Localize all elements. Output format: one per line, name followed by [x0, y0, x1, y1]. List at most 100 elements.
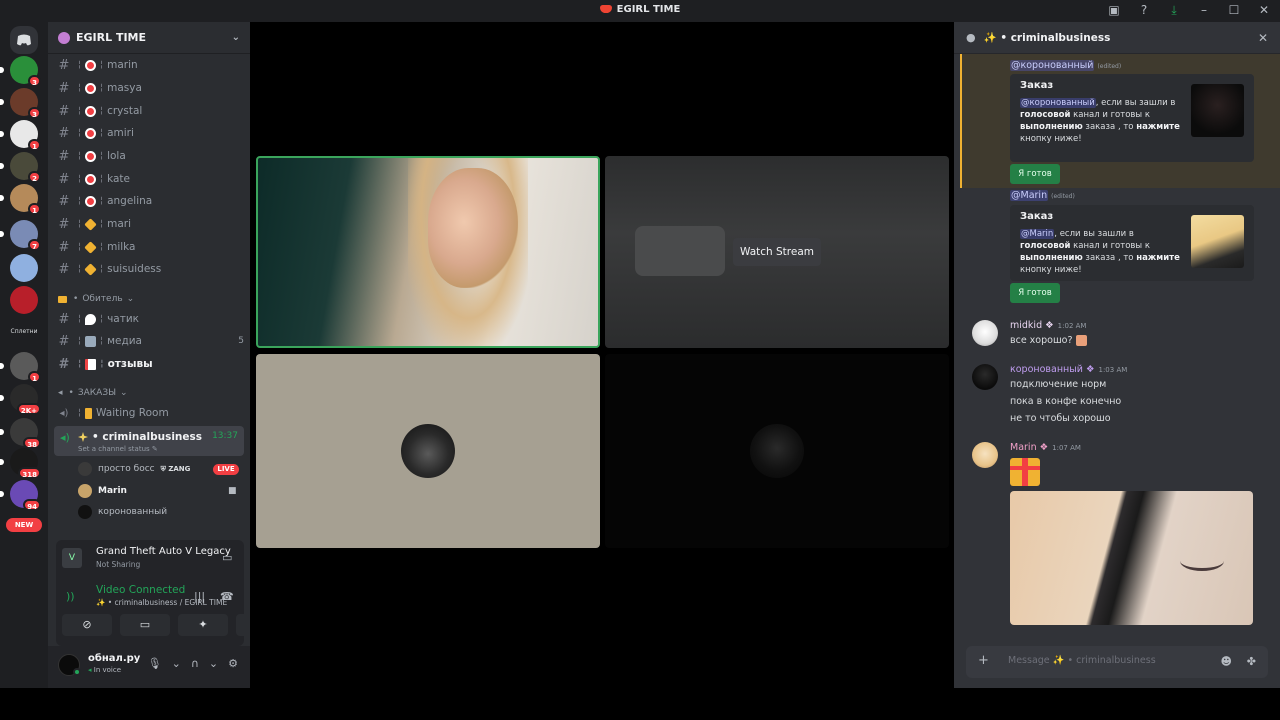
camera-off-button[interactable]: ⊘ [62, 614, 112, 636]
clan-tag: ⛨ ZANG [160, 464, 191, 473]
server-icon[interactable]: 3 [0, 56, 41, 87]
channel-kate[interactable]: # ¦ ¦ kate [56, 169, 244, 189]
voice-channel-waiting-room[interactable]: ◂) ¦ Waiting Room [56, 403, 244, 423]
voice-status[interactable]: Video Connected [96, 584, 185, 596]
emoji-picker-icon[interactable]: ☻ [1221, 655, 1232, 668]
maximize-button[interactable]: ☐ [1226, 2, 1242, 18]
avatar[interactable] [972, 442, 998, 468]
channel-чатик[interactable]: # ¦ ¦ чатик [56, 309, 244, 329]
gift-emoji-icon [1010, 458, 1040, 486]
headphones-icon[interactable]: ∩ [191, 657, 199, 670]
voice-channel-criminalbusiness[interactable]: ◂) • criminalbusiness 13:37 Set a channe… [54, 426, 244, 456]
server-icon[interactable]: 1 [0, 184, 41, 215]
participant-tile[interactable] [256, 354, 600, 548]
download-icon[interactable]: ⤓ [1166, 2, 1182, 18]
title-bar: EGIRL TIME ▣ ? ⤓ – ☐ ✕ [0, 0, 1280, 22]
channel-separator: ¦ [100, 83, 104, 93]
message-author[interactable]: @Marin (edited) [1010, 190, 1075, 201]
server-icon[interactable] [10, 254, 38, 282]
chevron-down-icon[interactable]: ⌄ [172, 657, 181, 670]
server-icon[interactable]: 318 [0, 448, 41, 479]
server-icon[interactable]: 1 [0, 352, 41, 383]
message-input[interactable]: Message ✨ • criminalbusiness [1008, 655, 1156, 666]
watch-stream-button[interactable]: Watch Stream [733, 238, 821, 266]
embed-description: @коронованный, если вы зашли в голосовой… [1020, 98, 1180, 144]
new-badge[interactable]: NEW [6, 518, 42, 532]
ready-button[interactable]: Я готов [1010, 283, 1060, 303]
message-author[interactable]: коронованный ❖ 1:03 AM [1010, 364, 1127, 375]
server-icon[interactable]: 2K+ [0, 384, 41, 415]
channel-marin[interactable]: # ¦ ¦ marin [56, 55, 244, 75]
unread-indicator [0, 99, 4, 105]
share-screen-icon[interactable]: ▭ [222, 551, 236, 565]
avatar[interactable] [972, 320, 998, 346]
ready-button[interactable]: Я готов [1010, 164, 1060, 184]
screen-share-button[interactable]: ▭ [120, 614, 170, 636]
participant-tile[interactable] [605, 354, 949, 548]
channel-name: Waiting Room [96, 407, 169, 419]
channel-lola[interactable]: # ¦ ¦ lola [56, 146, 244, 166]
microphone-icon[interactable]: 🎙︎ [148, 657, 162, 670]
chevron-down-icon[interactable]: ⌄ [209, 657, 218, 670]
message-author[interactable]: Marin ❖ 1:07 AM [1010, 442, 1081, 453]
help-icon[interactable]: ? [1136, 2, 1152, 18]
gear-icon[interactable]: ⚙ [228, 657, 238, 670]
status-indicator [73, 668, 81, 676]
channel-mari[interactable]: # ¦ ¦ mari [56, 214, 244, 234]
note-emoji-icon [85, 358, 97, 370]
server-icon[interactable]: 1 [0, 120, 41, 151]
message-composer[interactable]: + Message ✨ • criminalbusiness ☻ ✤ [966, 646, 1268, 678]
channel-status[interactable]: Set a channel status ✎ [78, 445, 158, 453]
video-tile-camera[interactable] [256, 156, 600, 348]
server-icon[interactable] [10, 286, 38, 314]
channel-separator: ¦ [100, 128, 104, 138]
user-panel: обнал.ру ◂ In voice 🎙︎ ⌄ ∩ ⌄ ⚙ [48, 646, 250, 688]
mention-badge: 1 [28, 203, 41, 215]
server-icon[interactable]: 38 [0, 418, 41, 449]
voice-user[interactable]: коронованный [78, 503, 167, 521]
stream-tile[interactable]: Watch Stream [605, 156, 949, 348]
close-window-button[interactable]: ✕ [1256, 2, 1272, 18]
channel-angelina[interactable]: # ¦ ¦ angelina [56, 191, 244, 211]
username[interactable]: обнал.ру [88, 653, 140, 664]
channel-crystal[interactable]: # ¦ ¦ crystal [56, 101, 244, 121]
avatar[interactable] [972, 364, 998, 390]
server-icon[interactable]: 94 [0, 480, 41, 511]
channel-name: marin [107, 59, 138, 71]
category-obitel[interactable]: • Обитель ⌄ [58, 294, 134, 304]
unread-indicator [0, 363, 4, 369]
guild-header[interactable]: EGIRL TIME ⌄ [48, 22, 250, 54]
server-icon[interactable]: 3 [0, 88, 41, 119]
voice-user[interactable]: Marin [78, 482, 127, 500]
activities-button[interactable]: ✦ [178, 614, 228, 636]
channel-медиа[interactable]: # ¦ ¦ медиа 5 [56, 331, 244, 351]
voice-user[interactable]: просто босс ⛨ ZANG [78, 460, 190, 478]
avatar [78, 505, 92, 519]
noise-suppression-icon[interactable]: ||| [194, 590, 205, 603]
minimize-button[interactable]: – [1196, 2, 1212, 18]
inbox-icon[interactable]: ▣ [1106, 2, 1122, 18]
message-text: все хорошо? [1010, 335, 1087, 346]
live-badge: LIVE [213, 464, 239, 475]
apps-icon[interactable]: ✤ [1247, 655, 1256, 668]
message-author[interactable]: midkid ❖ 1:02 AM [1010, 320, 1086, 331]
badge-icon: ❖ [1085, 364, 1095, 375]
category-zakazy[interactable]: ◂ • ЗАКАЗЫ ⌄ [58, 388, 128, 398]
signal-icon[interactable]: )) [66, 590, 75, 603]
mention-badge: 1 [28, 371, 41, 383]
server-icon[interactable]: 2 [0, 152, 41, 183]
message-author[interactable]: @коронованный (edited) [1010, 60, 1121, 71]
channel-name: mari [107, 218, 131, 230]
server-icon[interactable]: 7 [0, 220, 41, 251]
channel-milka[interactable]: # ¦ ¦ milka [56, 237, 244, 257]
channel-suisuidess[interactable]: # ¦ ¦ suisuidess [56, 259, 244, 279]
image-attachment[interactable] [1010, 491, 1253, 625]
close-icon[interactable]: ✕ [1258, 31, 1268, 45]
plus-icon[interactable]: + [978, 654, 989, 668]
channel-name: angelina [107, 195, 153, 207]
channel-amiri[interactable]: # ¦ ¦ amiri [56, 123, 244, 143]
channel-отзывы[interactable]: # ¦ ¦ отзывы [56, 354, 244, 374]
home-button[interactable] [10, 26, 38, 54]
disconnect-icon[interactable]: ☎ [220, 590, 234, 603]
channel-masya[interactable]: # ¦ ¦ masya [56, 78, 244, 98]
